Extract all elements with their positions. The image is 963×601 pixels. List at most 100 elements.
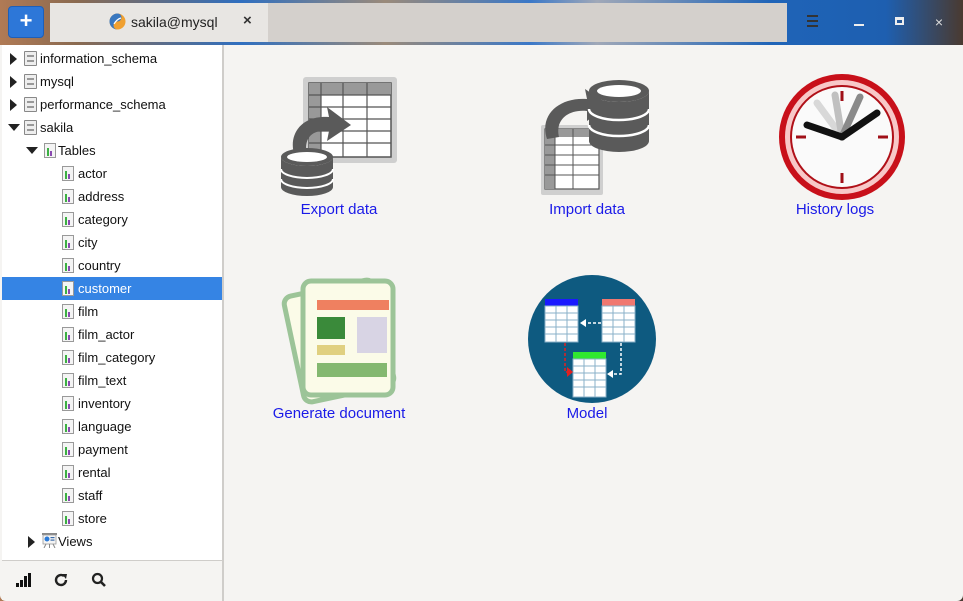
tables-folder-icon	[44, 143, 56, 158]
tab-close-button[interactable]: ×	[243, 12, 252, 29]
tree-item-label: customer	[78, 281, 132, 296]
chevron-down-icon[interactable]	[26, 147, 38, 154]
window-close-icon[interactable]: ×	[929, 12, 949, 32]
tree-item-label: payment	[78, 442, 128, 457]
tree-item-label: store	[78, 511, 107, 526]
titlebar: + sakila@mysql × ×	[0, 0, 963, 45]
tree-item-city[interactable]: city	[2, 231, 223, 254]
tree-item-staff[interactable]: staff	[2, 484, 223, 507]
chevron-right-icon[interactable]	[10, 99, 17, 111]
table-icon	[62, 189, 74, 204]
new-tab-button[interactable]: +	[8, 6, 44, 38]
chevron-right-icon[interactable]	[28, 536, 35, 548]
database-icon	[24, 120, 37, 135]
tree-item-label: film_category	[78, 350, 156, 365]
tree-item-label: film	[78, 304, 99, 319]
tree-item-label: information_schema	[40, 51, 158, 66]
tree-item-label: Tables	[58, 143, 96, 158]
tree-item-film-category[interactable]: film_category	[2, 346, 223, 369]
menu-icon[interactable]	[802, 12, 822, 32]
history-logs-label[interactable]: History logs	[735, 201, 935, 218]
export-data-label[interactable]: Export data	[239, 201, 439, 218]
minimize-icon[interactable]	[849, 12, 869, 32]
generate-document-tile[interactable]: Generate document	[239, 275, 439, 435]
tree-item-label: country	[78, 258, 121, 273]
table-icon	[62, 465, 74, 480]
table-icon	[62, 488, 74, 503]
tree-item-performance-schema[interactable]: performance_schema	[2, 93, 223, 116]
table-icon	[62, 304, 74, 319]
tab-title: sakila@mysql	[131, 14, 218, 30]
table-icon	[62, 258, 74, 273]
tree-item-label: city	[78, 235, 98, 250]
tree-item-label: mysql	[40, 74, 74, 89]
tree-item-tables[interactable]: Tables	[2, 139, 223, 162]
export-data-icon	[281, 77, 397, 196]
tree-item-address[interactable]: address	[2, 185, 223, 208]
tree-item-category[interactable]: category	[2, 208, 223, 231]
tree-item-payment[interactable]: payment	[2, 438, 223, 461]
tree-item-label: staff	[78, 488, 103, 503]
table-icon	[62, 235, 74, 250]
table-icon	[62, 212, 74, 227]
document-icon	[281, 277, 397, 405]
table-icon	[62, 166, 74, 181]
tree-item-film-actor[interactable]: film_actor	[2, 323, 223, 346]
tree-item-information-schema[interactable]: information_schema	[2, 47, 223, 70]
history-logs-tile[interactable]: History logs	[735, 73, 935, 233]
table-icon	[62, 373, 74, 388]
tree-item-country[interactable]: country	[2, 254, 223, 277]
database-icon	[24, 51, 37, 66]
database-icon	[24, 74, 37, 89]
search-icon[interactable]	[90, 571, 108, 589]
tree-item-views[interactable]: Views	[2, 530, 223, 553]
tree-item-store[interactable]: store	[2, 507, 223, 530]
table-icon	[62, 327, 74, 342]
views-icon	[42, 533, 57, 548]
table-icon	[62, 396, 74, 411]
tab-sakila-mysql[interactable]: sakila@mysql ×	[50, 3, 268, 42]
import-data-icon	[541, 80, 649, 195]
app-window: information_schemamysql performance_schem…	[0, 45, 963, 601]
tree-item-mysql[interactable]: mysql	[2, 70, 223, 93]
table-icon	[62, 350, 74, 365]
database-tree[interactable]: information_schemamysql performance_schem…	[2, 45, 223, 560]
database-connection-icon	[109, 13, 126, 30]
sidebar-footer	[2, 560, 223, 600]
chevron-down-icon[interactable]	[8, 124, 20, 131]
refresh-icon[interactable]	[52, 571, 70, 589]
maximize-icon[interactable]	[889, 12, 909, 32]
import-data-label[interactable]: Import data	[487, 201, 687, 218]
tree-item-label: inventory	[78, 396, 131, 411]
import-data-tile[interactable]: Import data	[487, 73, 687, 233]
tree-item-label: Views	[58, 534, 93, 549]
chevron-right-icon[interactable]	[10, 53, 17, 65]
tree-item-label: sakila	[40, 120, 74, 135]
generate-document-label[interactable]: Generate document	[239, 405, 439, 422]
signal-bars-icon[interactable]	[14, 571, 32, 589]
tree-item-label: address	[78, 189, 125, 204]
export-data-tile[interactable]: Export data	[239, 73, 439, 233]
clock-icon	[779, 74, 905, 200]
table-icon	[62, 281, 74, 296]
model-label[interactable]: Model	[487, 405, 687, 422]
tree-item-actor[interactable]: actor	[2, 162, 223, 185]
tree-item-label: film_text	[78, 373, 127, 388]
tree-item-label: actor	[78, 166, 107, 181]
tree-item-film[interactable]: film	[2, 300, 223, 323]
tree-item-label: category	[78, 212, 128, 227]
tree-item-rental[interactable]: rental	[2, 461, 223, 484]
tree-item-language[interactable]: language	[2, 415, 223, 438]
tree-item-label: film_actor	[78, 327, 135, 342]
tree-item-film-text[interactable]: film_text	[2, 369, 223, 392]
table-icon	[62, 442, 74, 457]
tree-item-sakila[interactable]: sakila	[2, 116, 223, 139]
chevron-right-icon[interactable]	[10, 76, 17, 88]
tree-item-customer[interactable]: customer	[2, 277, 223, 300]
tree-item-inventory[interactable]: inventory	[2, 392, 223, 415]
model-tile[interactable]: Model	[487, 275, 687, 435]
main-panel: Export data Import data History logs Gen…	[224, 45, 963, 601]
tree-item-label: performance_schema	[40, 97, 166, 112]
table-icon	[62, 419, 74, 434]
tree-item-label: rental	[78, 465, 111, 480]
